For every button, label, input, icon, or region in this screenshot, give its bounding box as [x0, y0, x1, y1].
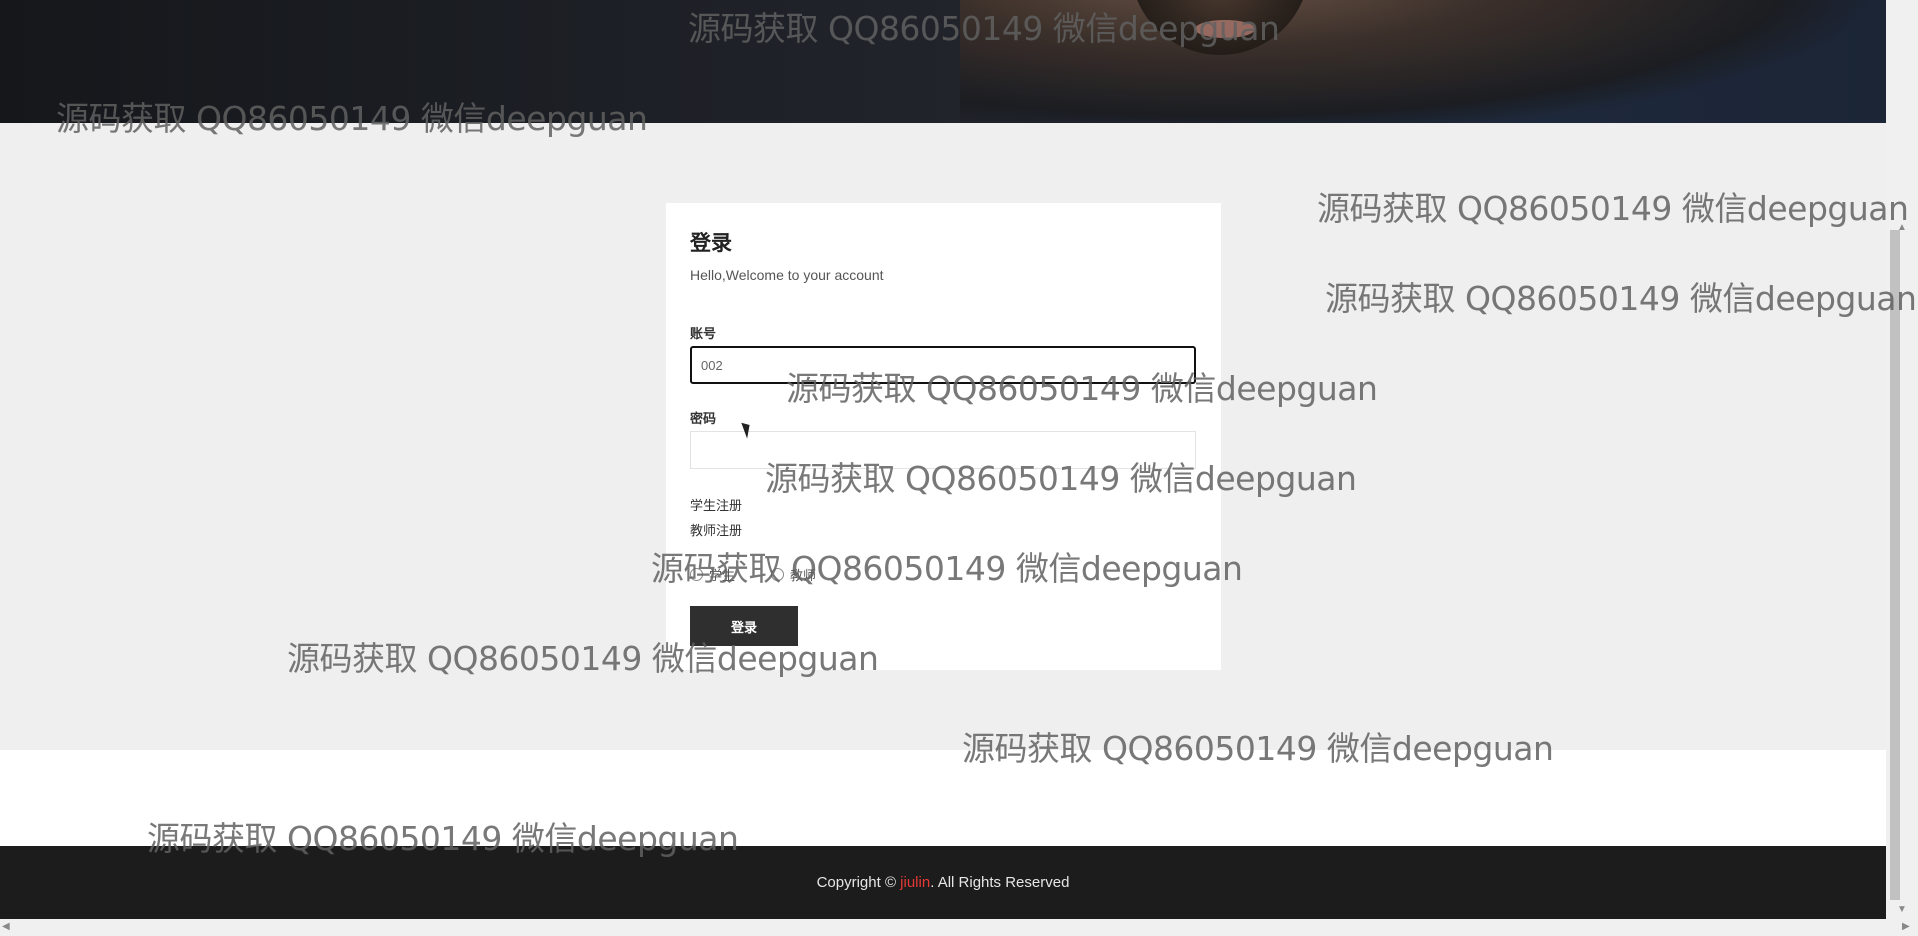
watermark-text: 源码获取 QQ86050149 微信deepguan [1325, 279, 1917, 318]
vertical-scrollbar-thumb[interactable] [1890, 230, 1900, 900]
radio-circle-icon[interactable] [690, 568, 703, 581]
hero-photo-lip [1195, 20, 1255, 38]
scroll-down-arrow-icon[interactable]: ▼ [1897, 904, 1907, 915]
watermark-text: 源码获取 QQ86050149 微信deepguan [1317, 189, 1909, 228]
account-input[interactable] [690, 346, 1196, 384]
role-radio-label: 学生 [709, 568, 736, 583]
login-title: 登录 [690, 232, 732, 255]
hero-banner [0, 0, 1886, 123]
footer-brand-link[interactable]: jiulin [900, 874, 930, 891]
student-register-link[interactable]: 学生注册 [690, 495, 742, 514]
hero-photo [960, 0, 1886, 123]
login-subtitle: Hello,Welcome to your account [690, 267, 884, 283]
footer-spacer [0, 750, 1886, 846]
horizontal-scrollbar[interactable] [0, 919, 1918, 936]
scroll-right-arrow-icon[interactable]: ▶ [1902, 921, 1910, 932]
role-radio-group: 学生 教师 [690, 565, 816, 584]
copyright-suffix: . All Rights Reserved [930, 874, 1070, 891]
footer: Copyright © jiulin. All Rights Reserved [0, 846, 1886, 919]
role-radio-student[interactable]: 学生 [690, 565, 735, 584]
login-button[interactable]: 登录 [690, 606, 798, 646]
scroll-up-arrow-icon[interactable]: ▲ [1897, 222, 1907, 233]
role-radio-teacher[interactable]: 教师 [771, 565, 816, 584]
copyright-prefix: Copyright © [816, 874, 901, 891]
password-input[interactable] [690, 431, 1196, 469]
radio-circle-icon[interactable] [771, 568, 785, 581]
account-label: 账号 [690, 326, 717, 341]
scroll-left-arrow-icon[interactable]: ◀ [2, 921, 10, 932]
role-radio-label: 教师 [790, 568, 817, 583]
password-label: 密码 [690, 411, 717, 426]
teacher-register-link[interactable]: 教师注册 [690, 520, 742, 539]
